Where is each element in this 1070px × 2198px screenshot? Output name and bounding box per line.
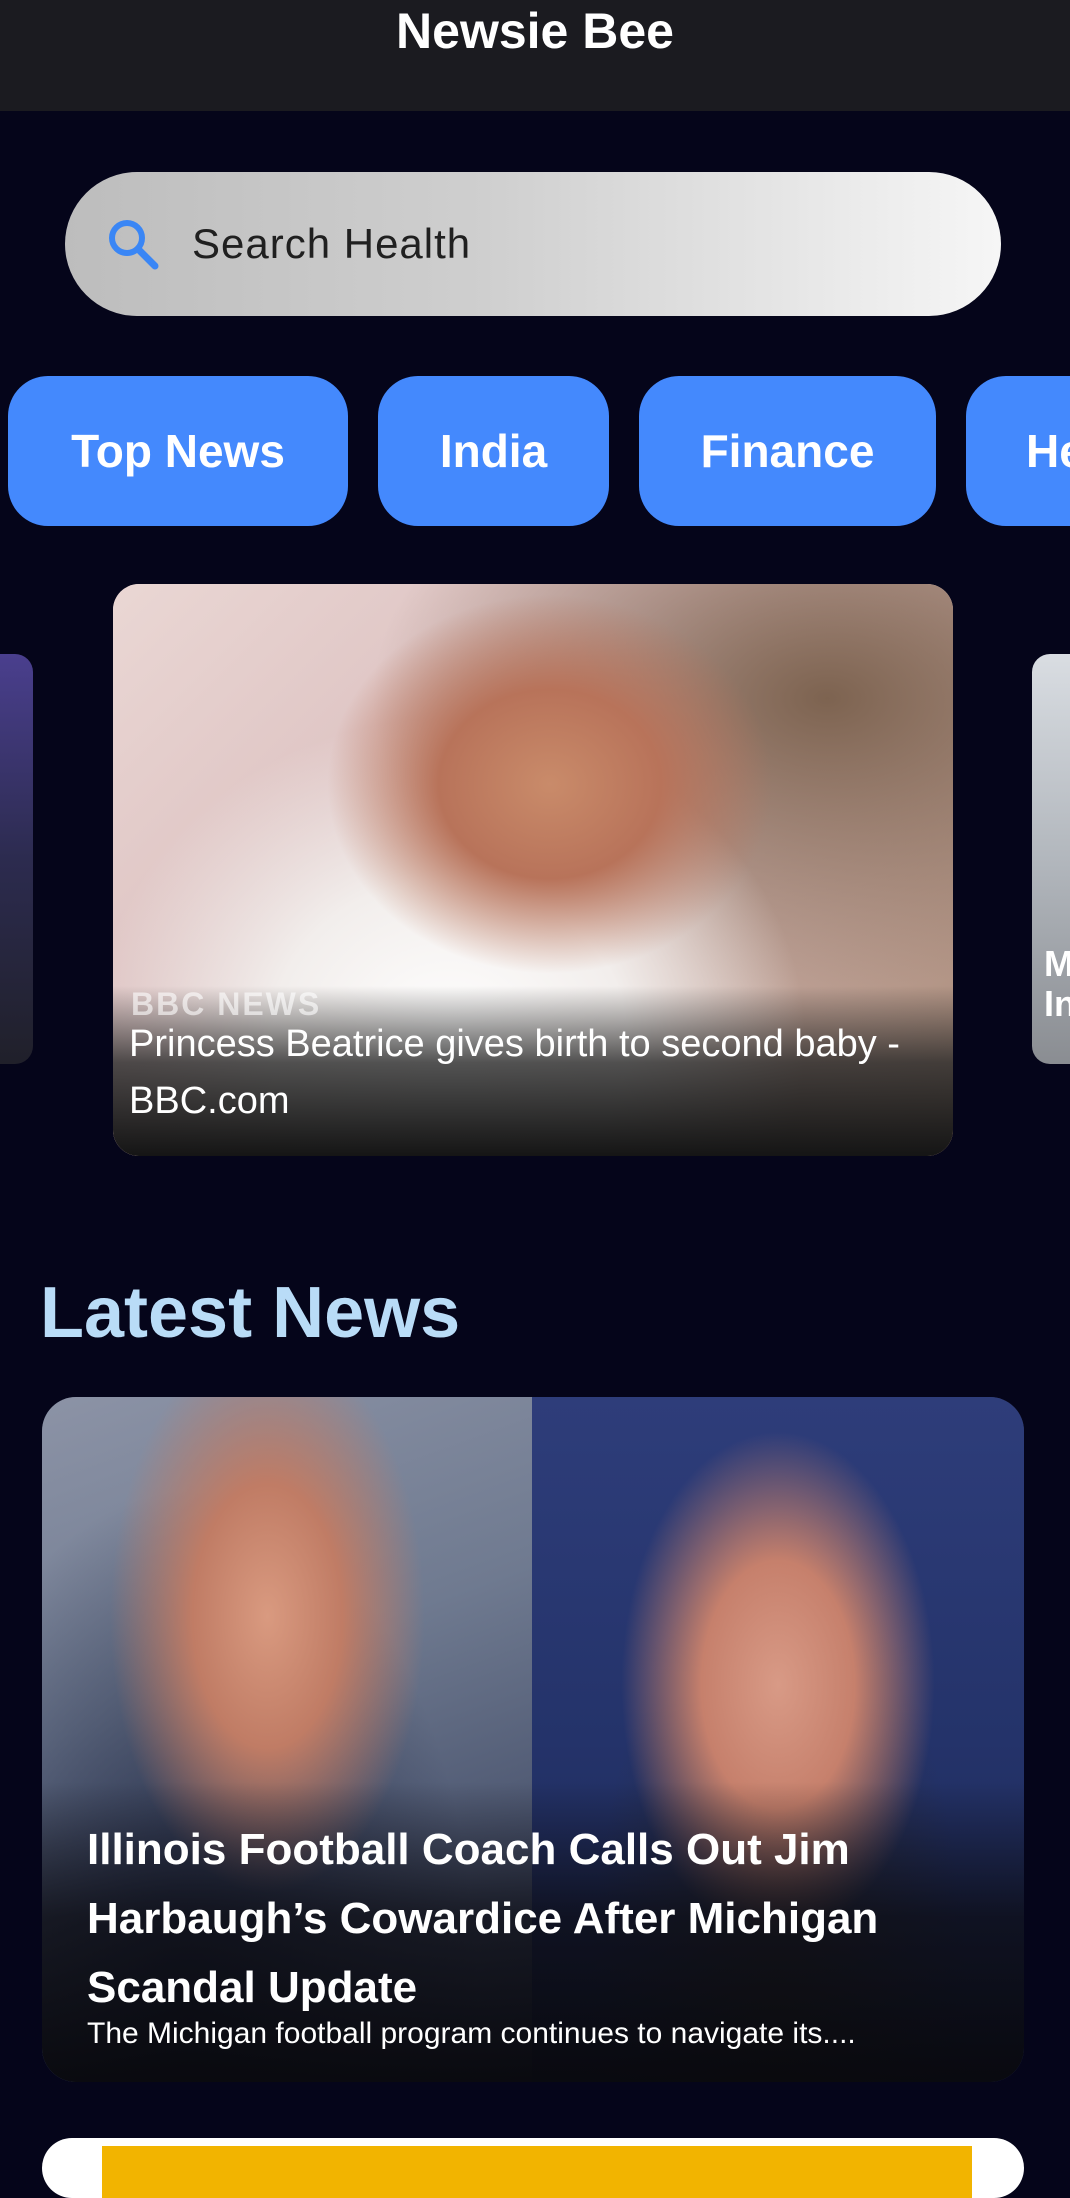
category-tabs: Top News India Finance He xyxy=(0,376,1070,526)
category-chip-label: He xyxy=(1026,425,1070,477)
news-headline: Illinois Football Coach Calls Out Jim Ha… xyxy=(87,1825,879,2012)
carousel-card-featured[interactable]: BBC NEWS Princess Beatrice gives birth t… xyxy=(113,584,953,1156)
app-bar: Newsie Bee xyxy=(0,0,1070,111)
carousel-card-previous[interactable] xyxy=(0,654,33,1064)
next-card-headline-peek: M In xyxy=(1044,943,1070,1024)
category-chip-label: Finance xyxy=(700,425,875,477)
category-chip-top-news[interactable]: Top News xyxy=(8,376,348,526)
carousel-card-next[interactable]: M In xyxy=(1032,654,1070,1064)
category-chip-india[interactable]: India xyxy=(378,376,609,526)
latest-news-heading: Latest News xyxy=(40,1273,461,1353)
news-card[interactable]: Illinois Football Coach Calls Out Jim Ha… xyxy=(42,1397,1024,2082)
search-icon xyxy=(109,220,159,270)
category-chip-finance[interactable]: Finance xyxy=(639,376,936,526)
category-chip-health[interactable]: He xyxy=(966,376,1070,526)
featured-headline: Princess Beatrice gives birth to second … xyxy=(129,1023,900,1122)
news-image-next xyxy=(102,2146,972,2198)
news-card-next[interactable] xyxy=(42,2138,1024,2198)
category-chip-label: India xyxy=(439,425,548,477)
app-title: Newsie Bee xyxy=(396,3,674,59)
category-chip-label: Top News xyxy=(71,425,285,477)
news-description: The Michigan football program continues … xyxy=(87,2017,856,2050)
search-input[interactable]: Search Health xyxy=(192,220,471,268)
search-bar[interactable]: Search Health xyxy=(65,172,1001,316)
featured-carousel: BBC NEWS Princess Beatrice gives birth t… xyxy=(0,580,1070,1160)
